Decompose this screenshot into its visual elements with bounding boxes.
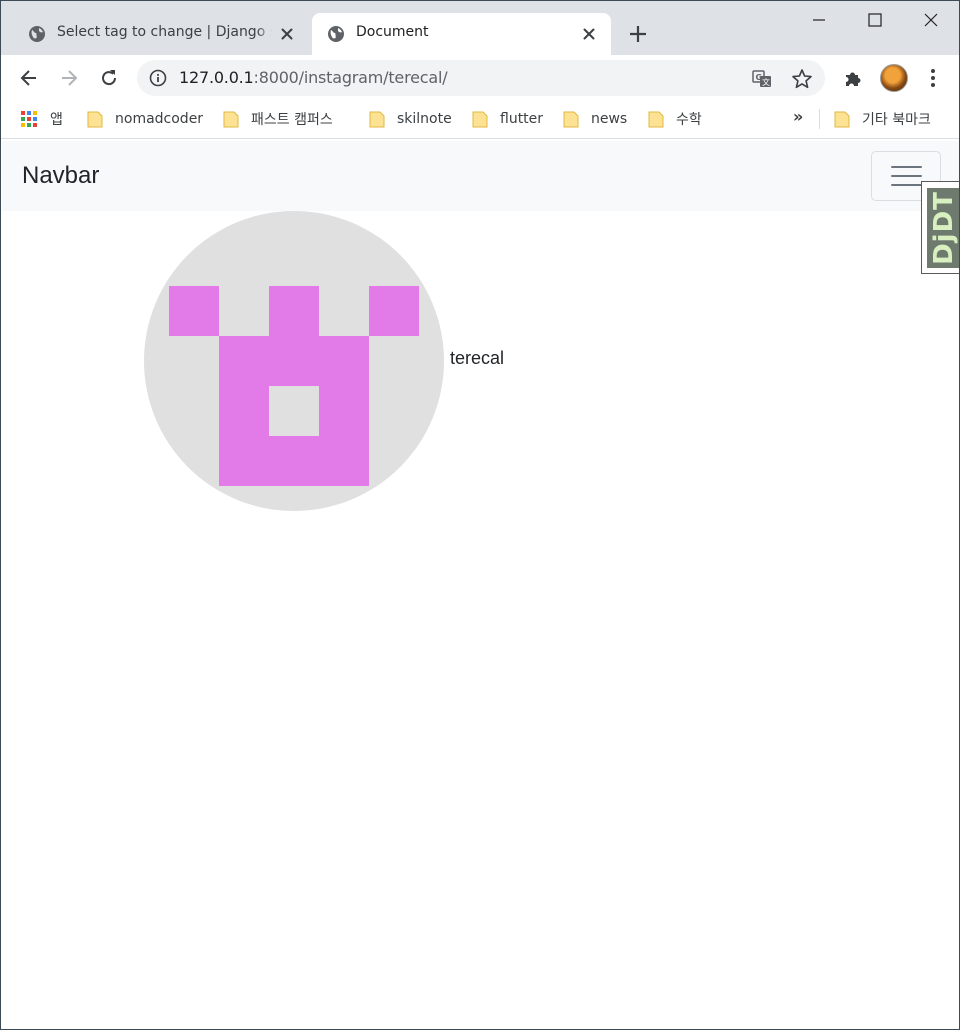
identicon-hole <box>269 386 319 436</box>
bookmark-apps[interactable]: 앱 <box>21 107 63 131</box>
url-text[interactable]: 127.0.0.1:8000/instagram/terecal/ <box>179 68 448 87</box>
translate-icon[interactable]: G 文 <box>751 68 773 90</box>
folder-icon <box>648 111 664 128</box>
globe-icon <box>328 26 344 42</box>
bookmark-label: flutter <box>500 111 544 127</box>
forward-arrow-icon <box>62 70 78 86</box>
folder-icon <box>834 111 850 128</box>
back-arrow-icon <box>20 70 36 86</box>
tab-document[interactable]: Document <box>312 13 611 55</box>
profile-username: terecal <box>450 348 505 368</box>
star-icon[interactable] <box>791 68 813 90</box>
browser-window: Select tag to change | Django site admin… <box>0 0 960 1030</box>
info-icon[interactable] <box>149 69 167 87</box>
browser-menu-button[interactable] <box>917 62 949 94</box>
minimize-button[interactable] <box>791 1 847 39</box>
bookmark-label: 앱 <box>50 112 63 128</box>
address-bar[interactable]: 127.0.0.1:8000/instagram/terecal/ G 文 <box>137 60 825 96</box>
close-tab-icon[interactable] <box>279 26 295 42</box>
forward-button[interactable] <box>53 62 85 94</box>
bookmark-label: 패스트 캠퍼스 <box>251 112 333 128</box>
folder-icon <box>87 111 103 128</box>
maximize-button[interactable] <box>847 1 903 39</box>
close-window-button[interactable] <box>903 1 959 39</box>
minimize-icon <box>813 19 825 21</box>
close-tab-icon[interactable] <box>581 26 597 42</box>
identicon-block <box>269 286 319 336</box>
apps-grid-icon <box>21 110 38 128</box>
navbar: Navbar <box>2 141 959 211</box>
bookmark-label: nomadcoder <box>115 111 204 127</box>
globe-icon <box>29 26 45 42</box>
maximize-icon <box>868 13 882 27</box>
folder-icon <box>472 111 488 128</box>
plus-icon <box>630 26 646 42</box>
folder-icon <box>223 111 239 128</box>
svg-text:文: 文 <box>762 77 770 87</box>
bookmarks-divider <box>819 109 820 129</box>
bookmarks-bar: 앱 nomadcoder 패스트 캠퍼스 skilnote flutter ne… <box>1 101 959 139</box>
profile-avatar-image <box>144 211 444 511</box>
identicon-block <box>369 286 419 336</box>
bookmark-folder-math[interactable]: 수학 <box>648 107 702 131</box>
reload-button[interactable] <box>93 62 125 94</box>
bookmark-label: news <box>591 111 628 127</box>
profile-avatar[interactable] <box>880 64 908 92</box>
close-icon <box>924 13 938 27</box>
navbar-brand[interactable]: Navbar <box>22 162 99 190</box>
djdt-label: DjDT <box>929 191 959 265</box>
folder-icon <box>563 111 579 128</box>
tab-title: Select tag to change | Django site admin <box>57 24 272 40</box>
bookmarks-overflow-button[interactable]: » <box>793 107 803 126</box>
folder-icon <box>369 111 385 128</box>
bookmark-other[interactable]: 기타 북마크 <box>834 107 931 131</box>
menu-dots-icon <box>931 69 935 87</box>
djdt-logo: DjDT <box>927 188 959 268</box>
tab-django-admin[interactable]: Select tag to change | Django site admin <box>13 13 309 55</box>
bookmark-label: skilnote <box>397 111 452 127</box>
url-path: :8000/instagram/terecal/ <box>253 68 448 87</box>
bookmark-label: 기타 북마크 <box>862 112 931 128</box>
extensions-button[interactable] <box>837 62 869 94</box>
bookmark-folder-fastcampus[interactable]: 패스트 캠퍼스 <box>223 107 333 131</box>
identicon-block <box>169 286 219 336</box>
reload-icon <box>102 70 117 86</box>
back-button[interactable] <box>13 62 45 94</box>
url-host: 127.0.0.1 <box>179 68 254 87</box>
bookmark-label: 수학 <box>676 112 702 128</box>
new-tab-button[interactable] <box>625 21 651 47</box>
browser-toolbar: 127.0.0.1:8000/instagram/terecal/ G 文 <box>1 55 959 101</box>
extensions-icon <box>846 72 861 86</box>
bookmark-folder-nomadcoder[interactable]: nomadcoder <box>87 107 203 131</box>
tab-strip: Select tag to change | Django site admin… <box>1 1 959 55</box>
bookmark-folder-skilnote[interactable]: skilnote <box>369 107 452 131</box>
bookmark-folder-news[interactable]: news <box>563 107 627 131</box>
django-debug-toolbar-handle[interactable]: DjDT <box>921 181 959 274</box>
tab-title: Document <box>356 24 429 40</box>
bookmark-folder-flutter[interactable]: flutter <box>472 107 543 131</box>
